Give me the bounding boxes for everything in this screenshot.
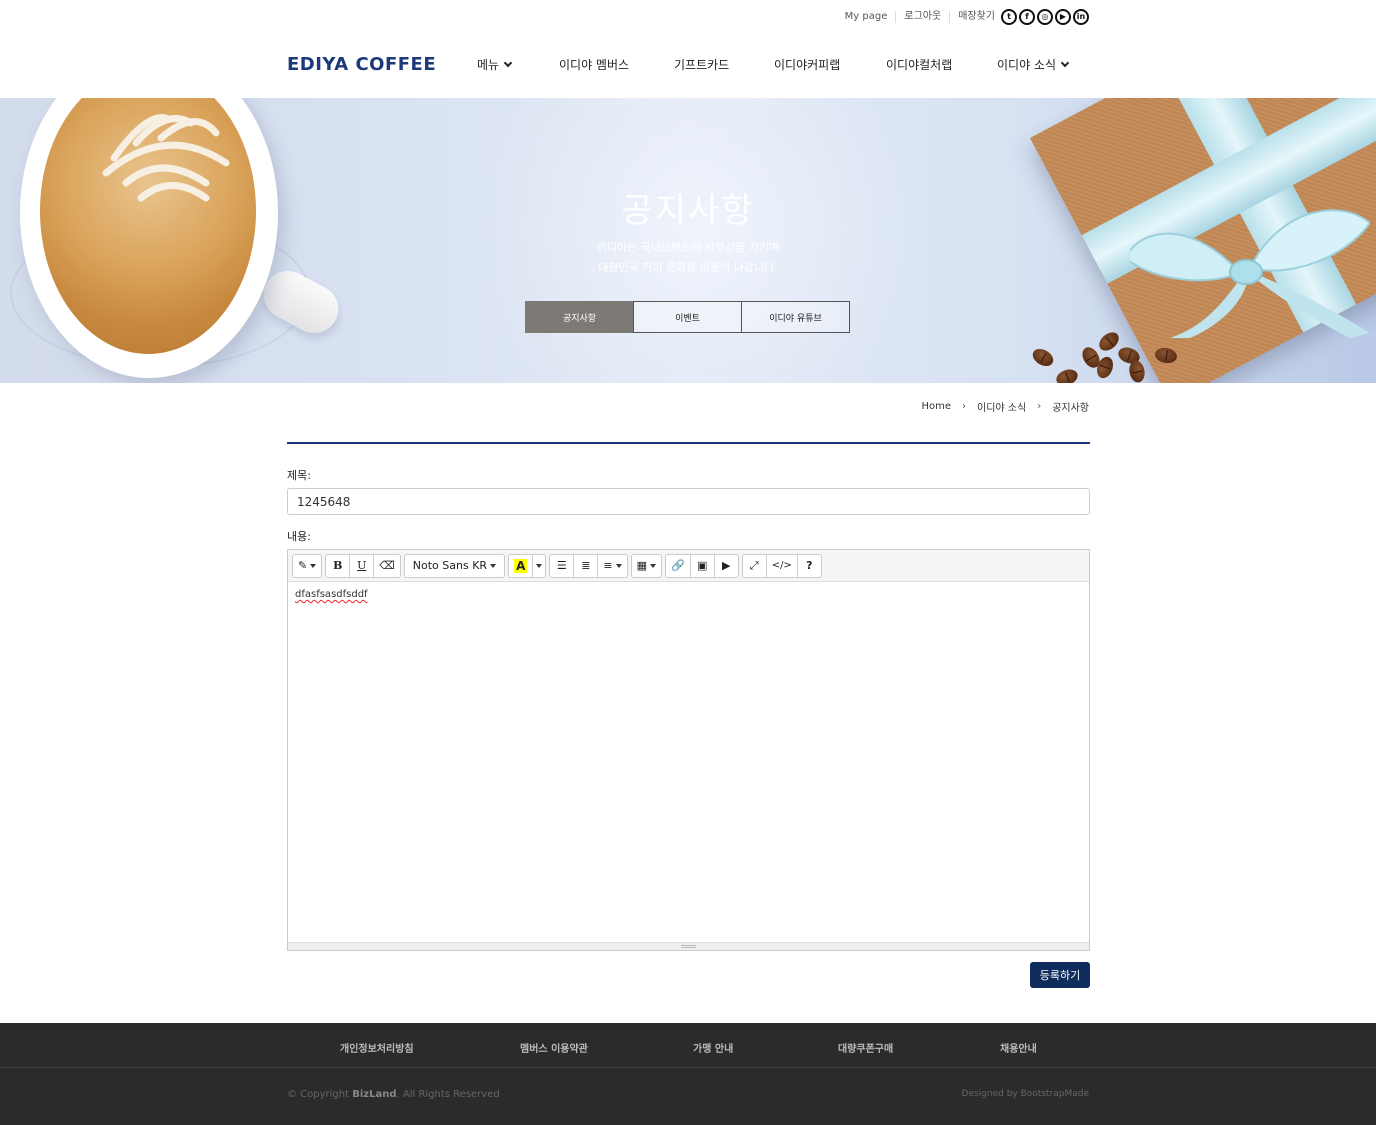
table-icon: ▦ [636,559,647,572]
hero-subtitle-line: 대한민국 커피 문화를 이끌어 나갑니다. [598,261,778,274]
underline-button[interactable]: U [349,553,375,578]
coffee-bean-image [1054,366,1080,383]
editor-resize-handle[interactable] [288,942,1089,950]
title-label: 제목: [287,469,311,482]
utility-links: My page 로그아웃 매장찾기 t f ◎ ▶ in [837,9,1089,25]
my-page-link[interactable]: My page [837,11,897,23]
nav-item-giftcard[interactable]: 기프트카드 [674,56,774,73]
twitter-icon[interactable]: t [1001,9,1017,25]
copyright: © Copyright BizLand. All Rights Reserved [287,1089,500,1100]
coffee-bean-image [1127,359,1147,383]
nav-label: 이디야컬처랩 [886,58,953,72]
chevron-down-icon [503,58,513,68]
main-header: EDIYA COFFEE 메뉴 이디야 멤버스 기프트카드 이디야커피랩 이디야… [0,38,1376,98]
nav-item-menu[interactable]: 메뉴 [477,56,559,73]
footer-link-franchise[interactable]: 가맹 안내 [693,1040,733,1055]
code-view-icon[interactable]: </> [765,553,798,578]
page-title: 공지사항 [621,191,755,231]
main-nav: 메뉴 이디야 멤버스 기프트카드 이디야커피랩 이디야컬처랩 이디야 소식 [477,56,1070,73]
nav-label: 이디야커피랩 [774,58,841,72]
nav-label: 이디야 멤버스 [559,58,630,72]
submit-button[interactable]: 등록하기 [1030,962,1090,988]
site-footer: 개인정보처리방침 멤버스 이용약관 가맹 안내 대량쿠폰구매 채용안내 © Co… [0,1023,1376,1125]
nav-item-coffeelab[interactable]: 이디야커피랩 [774,56,886,73]
nav-item-news[interactable]: 이디야 소식 [997,56,1070,73]
chevron-right-icon: › [962,401,966,412]
highlight-a-icon: A [514,558,528,573]
chevron-down-icon [1060,58,1070,68]
designed-by: Designed by BootstrapMade [961,1089,1089,1099]
bullet-list-icon[interactable]: ☰ [549,553,575,578]
link-icon[interactable]: 🔗 [664,553,691,578]
copyright-prefix: © Copyright [287,1089,353,1100]
editor-content[interactable]: dfasfsasdfsddf [288,582,1089,942]
store-finder-link[interactable]: 매장찾기 [950,11,1001,23]
footer-link-careers[interactable]: 채용안내 [1000,1040,1037,1055]
copyright-suffix: . All Rights Reserved [396,1089,500,1100]
copyright-brand: BizLand [352,1089,397,1100]
text-color-button[interactable]: A [508,553,534,578]
color-dropdown-button[interactable] [532,553,547,578]
title-input[interactable] [287,488,1090,515]
hero-subtitle-line: 이디야는 국내브랜드의 자부심을 지키며 [596,241,780,254]
video-icon[interactable]: ▶ [713,553,739,578]
breadcrumb-home[interactable]: Home [921,401,951,412]
footer-link-bulk-coupon[interactable]: 대량쿠폰구매 [838,1040,893,1055]
social-links: t f ◎ ▶ in [1001,9,1089,25]
top-utility-bar: My page 로그아웃 매장찾기 t f ◎ ▶ in [0,0,1376,38]
rich-text-editor: ✎ B U ⌫ Noto Sans KR A ☰ ≣ ≡ ▦ 🔗 ▣ ▶ ⤢ <… [287,549,1090,951]
facebook-icon[interactable]: f [1019,9,1035,25]
help-icon[interactable]: ? [796,553,822,578]
section-divider [287,442,1090,444]
nav-label: 메뉴 [477,58,500,72]
nav-label: 이디야 소식 [997,58,1057,72]
footer-link-privacy[interactable]: 개인정보처리방침 [340,1040,414,1055]
section-tabs: 공지사항 이벤트 이디야 유튜브 [525,301,850,333]
nav-label: 기프트카드 [674,58,730,72]
nav-item-members[interactable]: 이디야 멤버스 [559,56,674,73]
font-family-value: Noto Sans KR [412,559,488,572]
chevron-right-icon: › [1037,401,1042,412]
tab-youtube[interactable]: 이디야 유튜브 [741,301,850,333]
breadcrumb-current: 공지사항 [1052,403,1089,414]
content-label: 내용: [287,530,311,543]
editor-toolbar: ✎ B U ⌫ Noto Sans KR A ☰ ≣ ≡ ▦ 🔗 ▣ ▶ ⤢ <… [288,550,1089,582]
instagram-icon[interactable]: ◎ [1037,9,1053,25]
coffee-bean-image [1029,345,1057,370]
logout-link[interactable]: 로그아웃 [896,11,951,23]
magic-wand-icon: ✎ [298,559,308,572]
bold-button[interactable]: B [325,553,351,578]
breadcrumb: Home › 이디야 소식 › 공지사항 [921,399,1089,414]
tab-notice[interactable]: 공지사항 [525,301,634,333]
footer-links: 개인정보처리방침 멤버스 이용약관 가맹 안내 대량쿠폰구매 채용안내 [0,1023,1376,1068]
tab-event[interactable]: 이벤트 [633,301,742,333]
image-icon[interactable]: ▣ [689,553,715,578]
footer-link-members-terms[interactable]: 멤버스 이용약관 [520,1040,588,1055]
style-button[interactable]: ✎ [292,553,323,578]
youtube-icon[interactable]: ▶ [1055,9,1071,25]
breadcrumb-news[interactable]: 이디야 소식 [977,399,1026,414]
table-button[interactable]: ▦ [630,553,662,578]
hero-banner: 공지사항 이디야는 국내브랜드의 자부심을 지키며 대한민국 커피 문화를 이끌… [0,98,1376,383]
site-logo[interactable]: EDIYA COFFEE [287,54,436,75]
align-button[interactable]: ≡ [597,553,628,578]
editor-text: dfasfsasdfsddf [295,589,368,600]
font-family-select[interactable]: Noto Sans KR [403,553,506,578]
eraser-icon[interactable]: ⌫ [373,553,401,578]
hero-subtitle: 이디야는 국내브랜드의 자부심을 지키며 대한민국 커피 문화를 이끌어 나갑니… [0,238,1376,278]
fullscreen-icon[interactable]: ⤢ [741,553,767,578]
nav-item-culturelab[interactable]: 이디야컬처랩 [886,56,997,73]
linkedin-icon[interactable]: in [1073,9,1089,25]
numbered-list-icon[interactable]: ≣ [573,553,599,578]
align-left-icon: ≡ [603,559,613,572]
